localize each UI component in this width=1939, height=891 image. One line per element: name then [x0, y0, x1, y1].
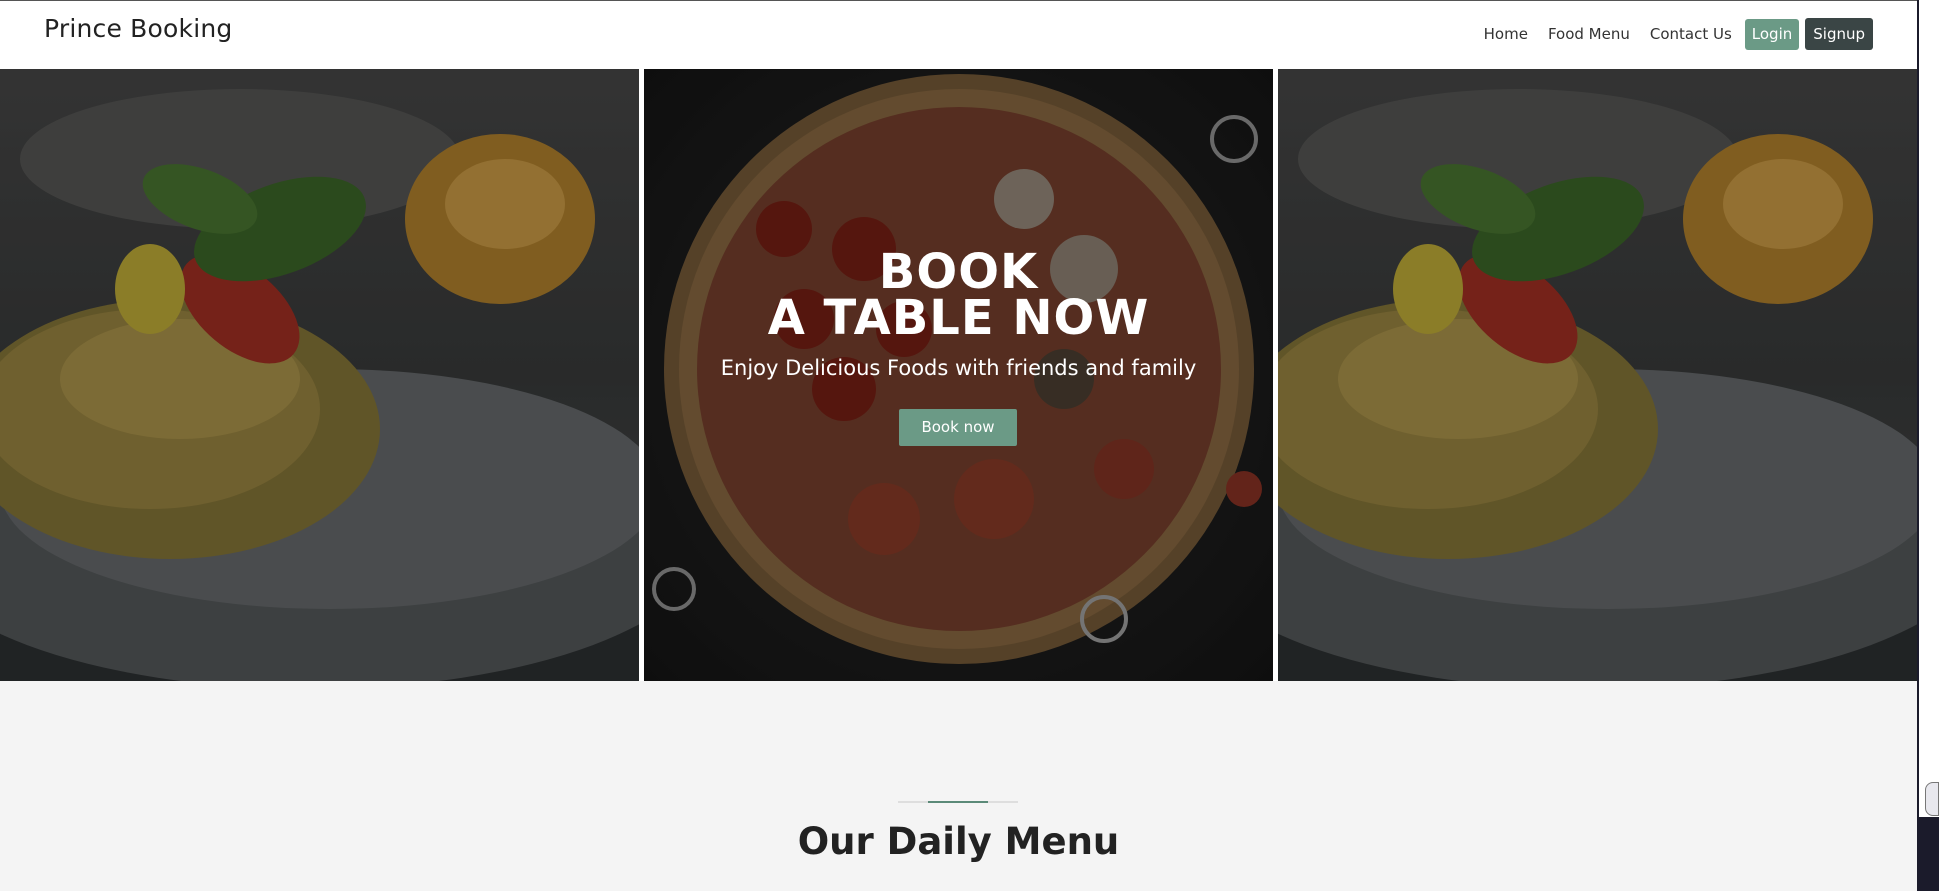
hero-carousel: BOOK A TABLE NOW Enjoy Delicious Foods w…: [0, 69, 1917, 681]
section-title: Our Daily Menu: [797, 820, 1120, 863]
nav-link-home[interactable]: Home: [1484, 19, 1528, 49]
nav-link-contact-us[interactable]: Contact Us: [1650, 19, 1732, 49]
nav-link-food-menu[interactable]: Food Menu: [1548, 19, 1630, 49]
hero-title-line2: A TABLE NOW: [767, 290, 1150, 346]
login-button[interactable]: Login: [1744, 18, 1800, 50]
hero-content: BOOK A TABLE NOW Enjoy Delicious Foods w…: [644, 69, 1273, 681]
hero-image-pasta-left: [0, 69, 639, 681]
hero-title-line1: BOOK: [878, 244, 1039, 300]
hero-subtitle: Enjoy Delicious Foods with friends and f…: [720, 356, 1197, 380]
brand-logo[interactable]: Prince Booking: [44, 14, 232, 43]
section-divider-accent: [928, 801, 988, 803]
hero-image-pasta-right: [1278, 69, 1917, 681]
signup-button[interactable]: Signup: [1805, 18, 1873, 50]
section-divider: [898, 801, 1018, 803]
nav-links: Home Food Menu Contact Us Login Signup: [1464, 18, 1873, 50]
scrollbar-track[interactable]: [1919, 0, 1939, 817]
navbar: Prince Booking Home Food Menu Contact Us…: [0, 1, 1917, 69]
hero-title: BOOK A TABLE NOW: [644, 244, 1273, 346]
book-now-button[interactable]: Book now: [899, 409, 1017, 446]
daily-menu-section: Our Daily Menu: [0, 681, 1917, 891]
side-widget-tab[interactable]: [1925, 782, 1939, 816]
